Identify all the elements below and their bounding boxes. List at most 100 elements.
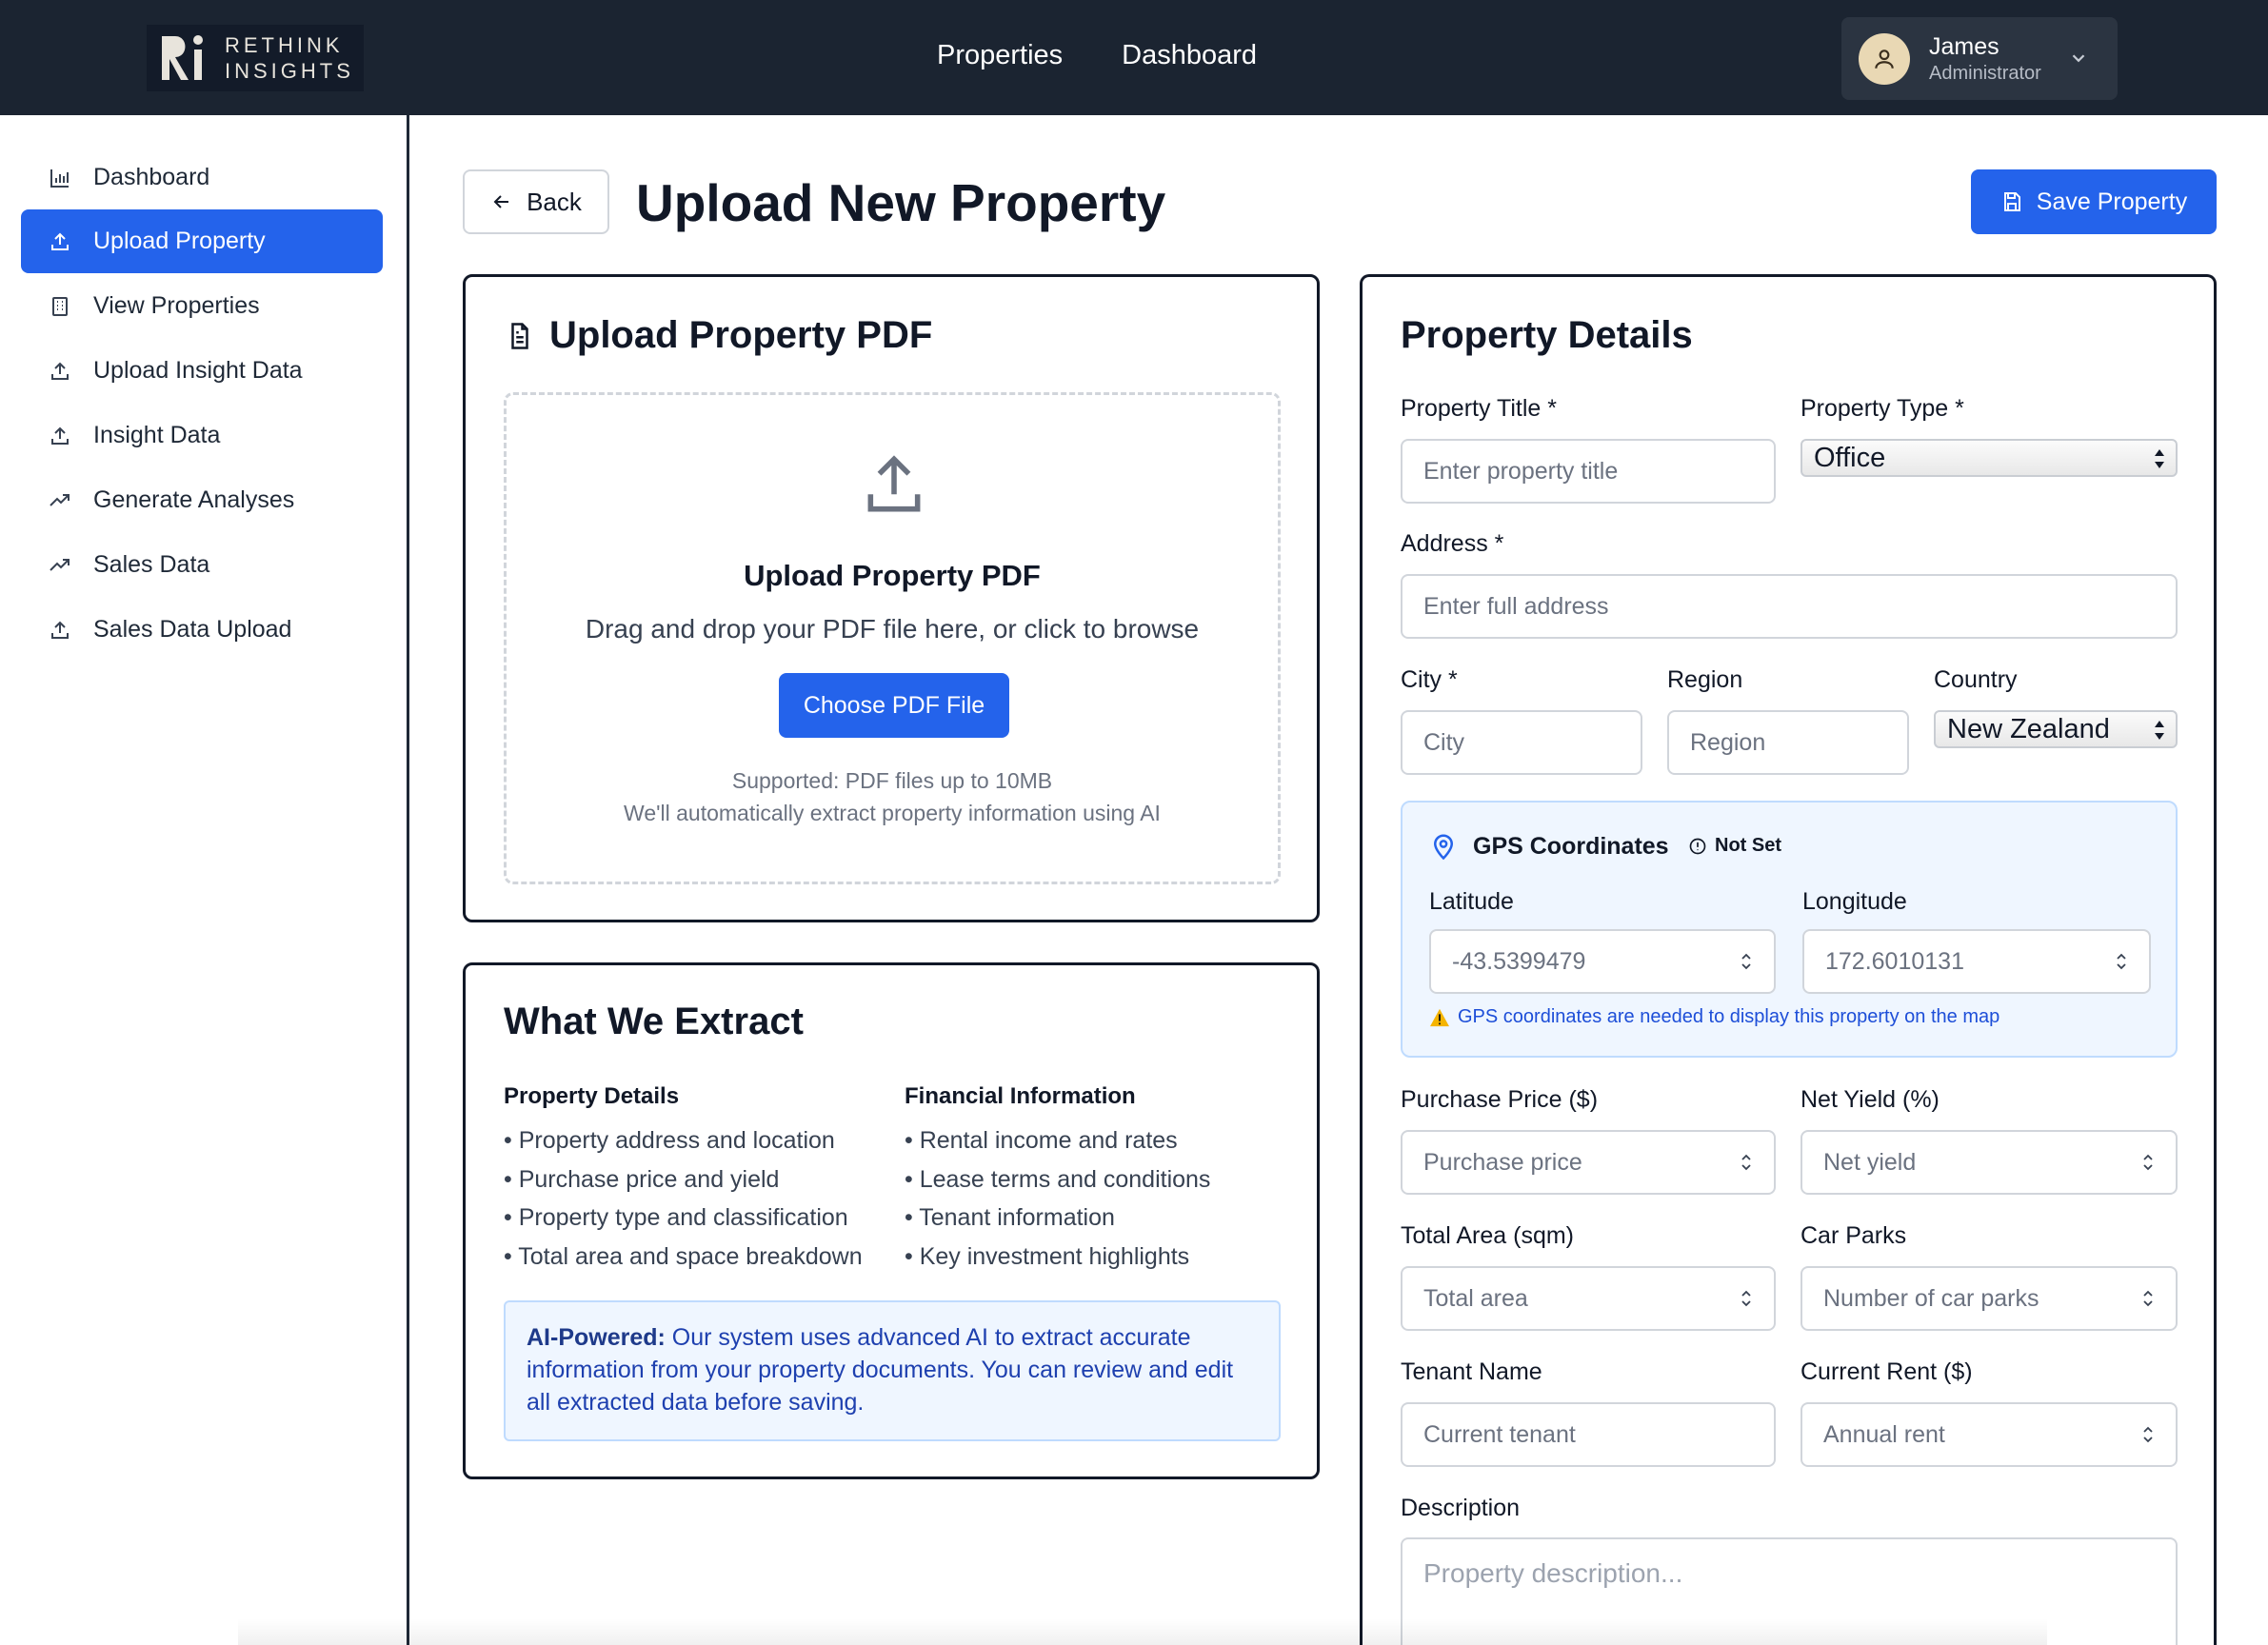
upload-icon (48, 229, 72, 254)
select-arrows-icon (2155, 721, 2164, 740)
chevron-down-icon (2072, 54, 2085, 63)
sidebar-item-upload-insight-data[interactable]: Upload Insight Data (21, 339, 383, 403)
dropzone-title: Upload Property PDF (744, 559, 1041, 592)
list-item: • Tenant information (905, 1204, 1115, 1231)
net-yield-input[interactable]: Net yield (1800, 1130, 2178, 1195)
sidebar-item-sales-data-upload[interactable]: Sales Data Upload (21, 598, 383, 662)
file-text-icon (511, 323, 528, 349)
total-area-label: Total Area (sqm) (1401, 1222, 1575, 1249)
latitude-input[interactable]: -43.5399479 (1429, 929, 1776, 994)
property-title-label: Property Title * (1401, 395, 1557, 422)
purchase-price-placeholder: Purchase price (1423, 1148, 1582, 1176)
ai-powered-note: AI-Powered: Our system uses advanced AI … (504, 1300, 1281, 1441)
property-details-card: Property Details Property Title * Enter … (1360, 274, 2217, 1645)
sidebar-item-generate-analyses[interactable]: Generate Analyses (21, 468, 383, 532)
ai-extract-note: We'll automatically extract property inf… (624, 801, 1161, 825)
country-select[interactable]: New Zealand (1934, 710, 2178, 748)
country-label: Country (1934, 666, 2018, 693)
sidebar-item-insight-data[interactable]: Insight Data (21, 404, 383, 467)
upload-icon (48, 359, 72, 384)
user-menu[interactable]: James Administrator (1841, 17, 2118, 100)
longitude-label: Longitude (1802, 888, 1907, 915)
sidebar-item-upload-property[interactable]: Upload Property (21, 209, 383, 273)
latitude-label: Latitude (1429, 888, 1514, 915)
gps-coordinates-panel: GPS Coordinates Not Set Latitude -43.539… (1401, 801, 2178, 1058)
longitude-input[interactable]: 172.6010131 (1802, 929, 2151, 994)
region-label: Region (1667, 666, 1743, 693)
extract-card-title: What We Extract (504, 1001, 804, 1042)
upload-pdf-card: Upload Property PDF Upload Property PDF … (463, 274, 1320, 922)
purchase-price-input[interactable]: Purchase price (1401, 1130, 1776, 1195)
city-label: City * (1401, 666, 1458, 693)
brand-logo[interactable]: RETHINK INSIGHTS (147, 25, 364, 91)
description-label: Description (1401, 1495, 1521, 1521)
supported-note: Supported: PDF files up to 10MB (731, 768, 1053, 793)
country-value: New Zealand (1947, 713, 2110, 744)
stepper-arrows-icon (2143, 1154, 2153, 1171)
financial-info-heading: Financial Information (905, 1083, 1136, 1109)
current-rent-placeholder: Annual rent (1823, 1420, 1945, 1448)
sidebar-item-label: Upload Property (93, 228, 266, 254)
upload-icon (867, 455, 921, 512)
gps-status-badge: Not Set (1688, 835, 1781, 857)
sidebar-item-label: Generate Analyses (93, 486, 295, 513)
save-label: Save Property (2036, 188, 2188, 215)
bar-chart-icon (48, 166, 72, 190)
tenant-name-input[interactable]: Current tenant (1401, 1402, 1776, 1467)
net-yield-placeholder: Net yield (1823, 1148, 1917, 1176)
region-input[interactable]: Region (1667, 710, 1909, 775)
back-button[interactable]: Back (463, 169, 609, 234)
trending-up-icon (48, 488, 72, 513)
upload-icon (48, 618, 72, 643)
list-item: • Property address and location (504, 1127, 835, 1154)
tenant-name-label: Tenant Name (1401, 1358, 1542, 1385)
save-property-button[interactable]: Save Property (1971, 169, 2217, 234)
list-item: • Key investment highlights (905, 1242, 1190, 1270)
list-item: • Property type and classification (504, 1204, 848, 1231)
stepper-arrows-icon (1741, 1154, 1751, 1171)
choose-pdf-button[interactable]: Choose PDF File (779, 673, 1009, 738)
car-parks-placeholder: Number of car parks (1823, 1284, 2039, 1312)
sidebar-item-label: Dashboard (93, 164, 210, 190)
building-icon (48, 294, 72, 319)
ai-powered-label: AI-Powered: (527, 1324, 666, 1351)
sidebar-item-dashboard[interactable]: Dashboard (21, 146, 383, 209)
user-role: Administrator (1929, 62, 2041, 84)
nav-dashboard[interactable]: Dashboard (1122, 40, 1257, 71)
map-pin-icon (1433, 834, 1454, 861)
city-input[interactable]: City (1401, 710, 1642, 775)
property-type-select[interactable]: Office (1800, 439, 2178, 477)
latitude-value: -43.5399479 (1452, 947, 1586, 975)
sidebar: Dashboard Upload Property View Propertie… (0, 115, 409, 1645)
sidebar-item-label: Sales Data Upload (93, 616, 292, 643)
page-title: Upload New Property (636, 173, 1166, 232)
financial-info-list: • Rental income and rates • Lease terms … (905, 1121, 1210, 1276)
current-rent-label: Current Rent ($) (1800, 1358, 1973, 1385)
user-icon (1875, 49, 1894, 69)
current-rent-input[interactable]: Annual rent (1800, 1402, 2178, 1467)
purchase-price-label: Purchase Price ($) (1401, 1086, 1599, 1113)
pdf-dropzone[interactable]: Upload Property PDF Drag and drop your P… (504, 392, 1281, 884)
property-details-list: • Property address and location • Purcha… (504, 1121, 863, 1276)
sidebar-item-label: Insight Data (93, 422, 221, 448)
list-item: • Total area and space breakdown (504, 1242, 863, 1270)
sidebar-item-label: Sales Data (93, 551, 210, 578)
address-input[interactable]: Enter full address (1401, 574, 2178, 639)
sidebar-item-view-properties[interactable]: View Properties (21, 274, 383, 338)
stepper-arrows-icon (1741, 1290, 1751, 1307)
gps-warning: GPS coordinates are needed to display th… (1429, 1006, 1999, 1028)
sidebar-item-label: Upload Insight Data (93, 357, 303, 384)
nav-properties[interactable]: Properties (937, 40, 1063, 71)
trending-up-icon (48, 553, 72, 578)
back-label: Back (527, 187, 582, 216)
property-title-input[interactable]: Enter property title (1401, 439, 1776, 504)
car-parks-input[interactable]: Number of car parks (1800, 1266, 2178, 1331)
avatar (1859, 32, 1910, 85)
stepper-arrows-icon (1741, 953, 1751, 970)
warning-icon (1430, 1008, 1449, 1026)
top-nav: Properties Dashboard (937, 40, 1257, 71)
description-textarea[interactable]: Property description... (1401, 1537, 2178, 1645)
top-navbar: RETHINK INSIGHTS Properties Dashboard Ja… (0, 0, 2268, 115)
sidebar-item-sales-data[interactable]: Sales Data (21, 533, 383, 597)
total-area-input[interactable]: Total area (1401, 1266, 1776, 1331)
